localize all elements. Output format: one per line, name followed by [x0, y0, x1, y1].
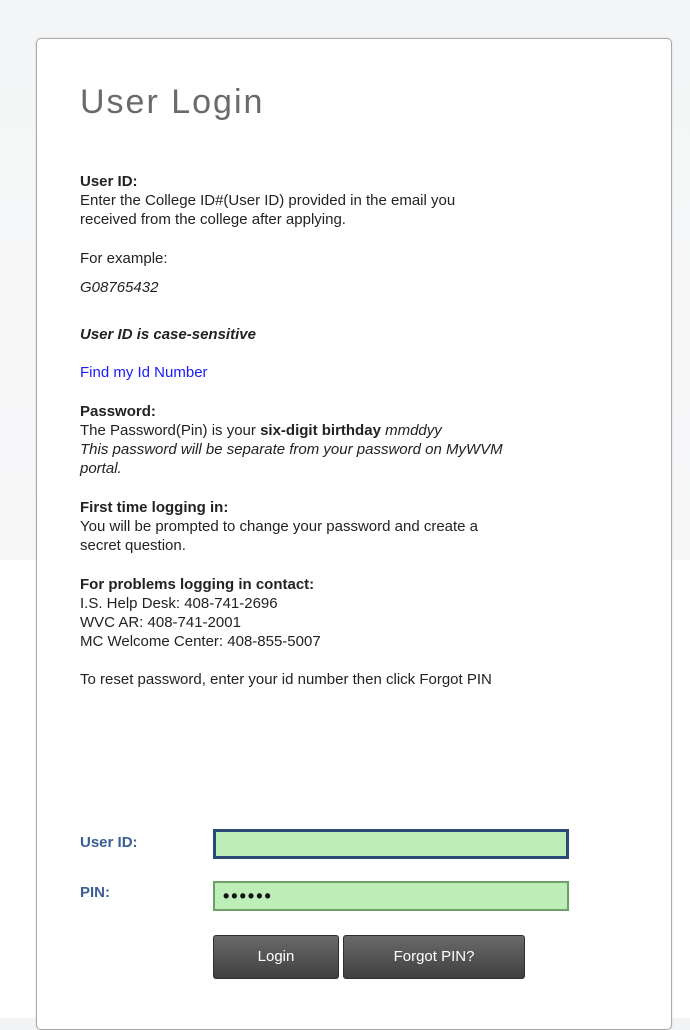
user-id-input[interactable]: [213, 829, 569, 859]
example-value: G08765432: [80, 279, 159, 296]
first-time-line2: secret question.: [80, 537, 186, 554]
problems-helpdesk: I.S. Help Desk: 408-741-2696: [80, 595, 278, 612]
case-sensitive-note: User ID is case-sensitive: [80, 326, 256, 343]
password-note-line2: portal.: [80, 460, 122, 477]
problems-mc-welcome: MC Welcome Center: 408-855-5007: [80, 633, 321, 650]
user-id-heading: User ID:: [80, 173, 138, 190]
user-id-instruction-line1: Enter the College ID#(User ID) provided …: [80, 192, 456, 209]
problems-wvc-ar: WVC AR: 408-741-2001: [80, 614, 241, 631]
login-panel: User Login User ID: Enter the College ID…: [36, 38, 672, 1030]
first-time-heading: First time logging in:: [80, 499, 229, 516]
pin-label: PIN:: [80, 884, 110, 901]
user-id-instruction-line2: received from the college after applying…: [80, 211, 346, 228]
first-time-line1: You will be prompted to change your pass…: [80, 518, 479, 535]
password-heading: Password:: [80, 403, 156, 420]
find-id-link[interactable]: Find my Id Number: [80, 363, 208, 382]
user-id-label: User ID:: [80, 834, 138, 851]
reset-password-note: To reset password, enter your id number …: [80, 671, 492, 688]
password-instruction: The Password(Pin) is your six-digit birt…: [80, 421, 442, 440]
password-instruction-prefix: The Password(Pin) is your: [80, 422, 261, 439]
login-button[interactable]: Login: [213, 935, 339, 979]
page-title: User Login: [80, 83, 265, 121]
example-label: For example:: [80, 250, 168, 267]
password-instruction-bold: six-digit birthday: [260, 422, 381, 439]
pin-input[interactable]: [213, 881, 569, 911]
password-note-line1: This password will be separate from your…: [80, 441, 503, 458]
forgot-pin-button[interactable]: Forgot PIN?: [343, 935, 525, 979]
password-instruction-format: mmddyy: [380, 422, 442, 439]
problems-heading: For problems logging in contact:: [80, 576, 315, 593]
